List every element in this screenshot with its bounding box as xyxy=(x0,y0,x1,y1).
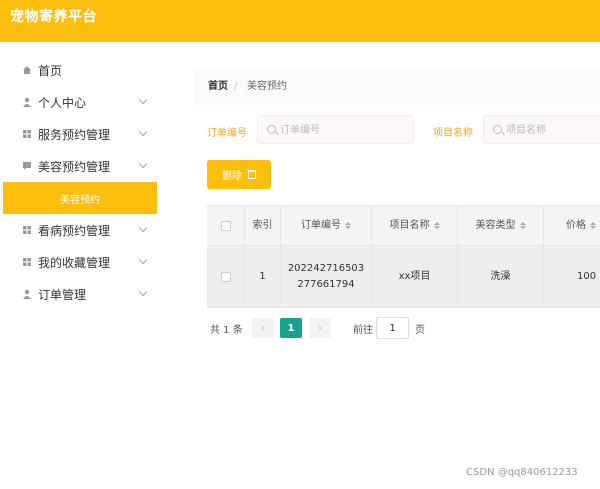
user-icon xyxy=(21,289,32,300)
column-header-beauty-type[interactable]: 美容类型 xyxy=(458,206,544,245)
chat-icon xyxy=(21,161,32,172)
goto-label: 前往 xyxy=(353,325,373,336)
chevron-down-icon xyxy=(138,159,148,169)
chevron-down-icon xyxy=(138,127,148,137)
delete-button[interactable]: 删除 xyxy=(207,160,271,189)
sidebar-item-orders[interactable]: 订单管理 xyxy=(0,278,157,310)
top-header: 宠物寄养平台 xyxy=(0,0,600,42)
sidebar-item-label: 看病预约管理 xyxy=(38,223,111,238)
column-header-order-no[interactable]: 订单编号 xyxy=(281,206,372,245)
row-checkbox[interactable] xyxy=(220,271,231,282)
sidebar: 首页 个人中心 服务预约管理 美容预约管理 美容预约 看病预约管理 我的收藏管理… xyxy=(0,42,157,489)
trash-icon xyxy=(248,170,256,179)
cell-order-no: 202242716503 277661794 xyxy=(281,246,372,307)
grid-icon xyxy=(21,129,32,140)
cell-price: 100 xyxy=(577,270,597,282)
main-content: 首页 / 美容预约 订单编号 项目名称 删除 索引 订单编号 项目名称 xyxy=(157,42,600,489)
page-number-1[interactable]: 1 xyxy=(280,318,302,338)
sort-icon[interactable] xyxy=(433,222,440,229)
project-name-input[interactable] xyxy=(506,122,596,138)
grid-icon xyxy=(21,225,32,236)
sidebar-item-vet[interactable]: 看病预约管理 xyxy=(0,214,157,246)
order-no-input[interactable] xyxy=(280,122,400,138)
sidebar-item-label: 订单管理 xyxy=(38,287,87,302)
home-icon xyxy=(21,65,32,76)
search-icon xyxy=(493,125,502,134)
sidebar-item-profile[interactable]: 个人中心 xyxy=(0,86,157,118)
pagination-total: 共 1 条 xyxy=(210,325,243,336)
order-no-search[interactable] xyxy=(257,115,414,144)
sidebar-item-label: 美容预约管理 xyxy=(38,159,111,174)
delete-button-label: 删除 xyxy=(222,171,242,182)
sidebar-item-beauty[interactable]: 美容预约管理 xyxy=(0,150,157,182)
header-select-all[interactable] xyxy=(207,206,245,245)
sidebar-subitem-label: 美容预约 xyxy=(60,194,100,206)
breadcrumb: 首页 / 美容预约 xyxy=(194,69,600,105)
chevron-down-icon xyxy=(138,287,148,297)
search-icon xyxy=(267,125,276,134)
chevron-down-icon xyxy=(138,95,148,105)
prev-page-button[interactable]: ‹ xyxy=(252,318,274,338)
next-page-button[interactable]: › xyxy=(309,318,331,338)
chevron-down-icon xyxy=(138,223,148,233)
sidebar-item-label: 首页 xyxy=(38,63,63,78)
sidebar-item-label: 个人中心 xyxy=(38,95,87,110)
breadcrumb-separator: / xyxy=(234,81,238,92)
sidebar-item-label: 服务预约管理 xyxy=(38,127,111,142)
watermark: CSDN @qq840612233 xyxy=(466,467,578,478)
column-header-price[interactable]: 价格 xyxy=(544,206,600,245)
column-header-project[interactable]: 项目名称 xyxy=(372,206,458,245)
cell-beauty-type: 洗澡 xyxy=(458,246,544,307)
goto-page-input[interactable] xyxy=(376,317,409,339)
order-no-label: 订单编号 xyxy=(207,128,247,139)
sort-icon[interactable] xyxy=(519,222,526,229)
cell-project: xx项目 xyxy=(372,246,458,307)
row-select[interactable] xyxy=(207,246,245,307)
sidebar-item-home[interactable]: 首页 xyxy=(0,54,157,86)
sidebar-item-service[interactable]: 服务预约管理 xyxy=(0,118,157,150)
chevron-down-icon xyxy=(138,255,148,265)
sidebar-item-label: 我的收藏管理 xyxy=(38,255,111,270)
sort-icon[interactable] xyxy=(590,222,596,229)
table-row[interactable]: 1 202242716503 277661794 xx项目 洗澡 100 xyxy=(207,246,600,308)
page-unit-label: 页 xyxy=(415,325,425,336)
breadcrumb-home[interactable]: 首页 xyxy=(208,69,228,105)
sidebar-item-favorites[interactable]: 我的收藏管理 xyxy=(0,246,157,278)
breadcrumb-current: 美容预约 xyxy=(247,81,287,92)
sidebar-subitem-beauty-booking[interactable]: 美容预约 xyxy=(3,182,157,214)
user-icon xyxy=(21,97,32,108)
table-header: 索引 订单编号 项目名称 美容类型 价格 xyxy=(207,205,600,246)
select-all-checkbox[interactable] xyxy=(220,220,231,231)
column-header-index: 索引 xyxy=(245,206,281,245)
project-name-search[interactable] xyxy=(483,115,600,144)
app-title: 宠物寄养平台 xyxy=(10,9,97,25)
project-name-label: 项目名称 xyxy=(433,128,473,139)
sort-icon[interactable] xyxy=(345,222,351,229)
cell-index: 1 xyxy=(245,246,281,307)
grid-icon xyxy=(21,257,32,268)
